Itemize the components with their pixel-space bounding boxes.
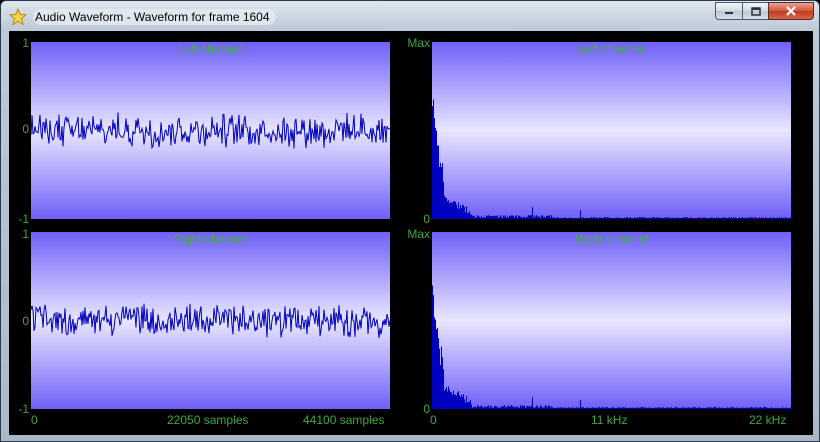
waveform-x-label-start: 0 bbox=[31, 413, 38, 427]
spectrum-left-bars bbox=[432, 99, 791, 219]
spectrum-x-label-start: 0 bbox=[430, 413, 437, 427]
spectrum-right-plot: Right channel bbox=[432, 232, 791, 409]
spectrum-left-plot: Left channel bbox=[432, 42, 791, 219]
spectrum-left-ymax: Max bbox=[407, 36, 430, 50]
spectrum-right-panel: Max 0 Right channel bbox=[403, 221, 813, 421]
waveform-trace-line bbox=[31, 112, 390, 150]
waveform-left-ymid: 0 bbox=[22, 122, 29, 136]
spectrum-right-ymax: Max bbox=[407, 227, 430, 241]
waveform-right-ymax: 1 bbox=[22, 227, 29, 241]
spectrum-bars-path bbox=[432, 285, 791, 409]
window-title: Audio Waveform - Waveform for frame 1604 bbox=[33, 9, 276, 25]
star-icon[interactable] bbox=[8, 7, 28, 26]
close-button[interactable] bbox=[768, 2, 814, 20]
minimize-button[interactable] bbox=[715, 2, 742, 20]
waveform-left-panel: 1 0 -1 Left channel bbox=[9, 31, 399, 231]
spectrum-bars-path bbox=[432, 99, 791, 219]
waveform-left-trace bbox=[31, 112, 390, 150]
waveform-left-plot: Left channel bbox=[31, 42, 390, 219]
caption-buttons bbox=[715, 2, 814, 21]
spectrum-x-label-mid: 11 kHz bbox=[591, 413, 628, 427]
waveform-x-label-end: 44100 samples bbox=[303, 413, 385, 427]
waveform-right-trace bbox=[31, 303, 390, 338]
maximize-icon bbox=[750, 6, 761, 16]
spectrum-x-label-end: 22 kHz bbox=[749, 413, 787, 427]
waveform-left-ymax: 1 bbox=[22, 36, 29, 50]
waveform-right-plot: Right channel bbox=[31, 232, 390, 409]
maximize-button[interactable] bbox=[742, 2, 768, 20]
waveform-right-ymin: -1 bbox=[18, 402, 29, 416]
audio-waveform-window: Audio Waveform - Waveform for frame 1604… bbox=[0, 0, 820, 442]
close-icon bbox=[786, 6, 796, 16]
waveform-right-panel: 1 0 -1 Right channel bbox=[9, 221, 399, 421]
waveform-client-area: 1 0 -1 Left channel Max 0 Left channel 1… bbox=[9, 31, 813, 435]
minimize-icon bbox=[725, 12, 733, 14]
title-bar[interactable]: Audio Waveform - Waveform for frame 1604 bbox=[1, 1, 819, 33]
spectrum-right-ymin: 0 bbox=[423, 402, 430, 416]
waveform-trace-line bbox=[31, 303, 390, 338]
spectrum-right-bars bbox=[432, 285, 791, 409]
spectrum-left-panel: Max 0 Left channel bbox=[403, 31, 813, 231]
waveform-x-label-mid: 22050 samples bbox=[167, 413, 249, 427]
waveform-right-ymid: 0 bbox=[22, 314, 29, 328]
